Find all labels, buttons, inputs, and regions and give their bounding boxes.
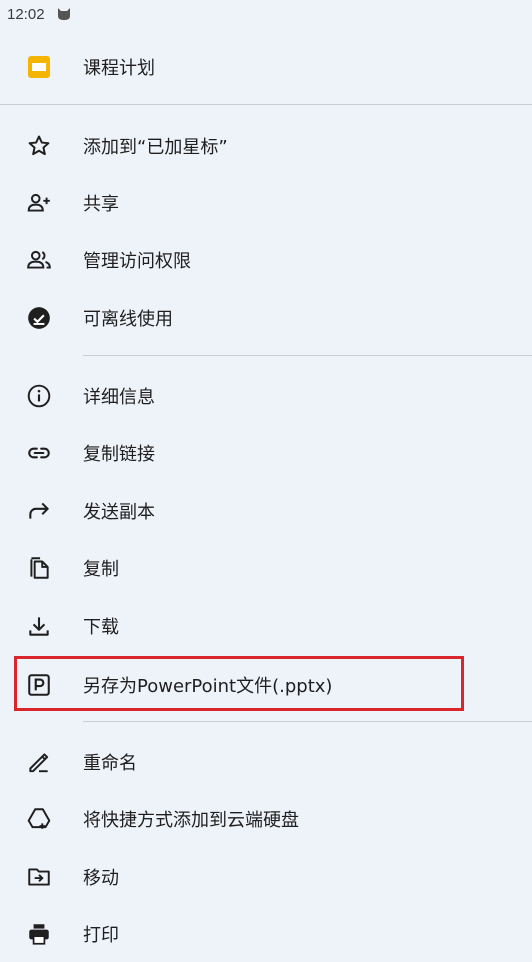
copy-icon	[26, 555, 52, 581]
highlight-annotation-box	[14, 656, 464, 711]
divider	[83, 721, 532, 722]
info-icon	[26, 383, 52, 409]
file-header: 课程计划	[0, 38, 532, 95]
menu-item-label: 下载	[83, 616, 119, 638]
file-title: 课程计划	[83, 57, 155, 79]
status-bar: 12:02	[0, 0, 532, 30]
people-icon	[26, 247, 52, 273]
menu-item-label: 复制	[83, 558, 119, 580]
drive-shortcut-icon	[26, 806, 52, 832]
menu-item-send-copy[interactable]: 发送副本	[0, 482, 532, 539]
forward-arrow-icon	[26, 498, 52, 524]
menu-item-label: 将快捷方式添加到云端硬盘	[83, 809, 299, 831]
menu-item-details[interactable]: 详细信息	[0, 367, 532, 424]
menu-item-label: 重命名	[83, 752, 137, 774]
menu-item-offline[interactable]: 可离线使用	[0, 289, 532, 346]
menu-item-label: 详细信息	[83, 386, 155, 408]
folder-move-icon	[26, 864, 52, 890]
menu-item-label: 发送副本	[83, 501, 155, 523]
menu-item-print[interactable]: 打印	[0, 905, 532, 962]
menu-item-move[interactable]: 移动	[0, 848, 532, 905]
slides-file-icon	[26, 54, 52, 80]
android-cat-icon	[57, 6, 71, 20]
menu-item-share[interactable]: 共享	[0, 174, 532, 231]
menu-item-label: 打印	[83, 924, 119, 946]
menu-item-label: 可离线使用	[83, 308, 173, 330]
divider	[0, 104, 532, 105]
menu-item-add-star[interactable]: 添加到“已加星标”	[0, 117, 532, 174]
menu-item-add-shortcut[interactable]: 将快捷方式添加到云端硬盘	[0, 790, 532, 847]
offline-check-icon	[26, 305, 52, 331]
menu-item-label: 添加到“已加星标”	[83, 136, 228, 158]
star-outline-icon	[26, 133, 52, 159]
menu-item-rename[interactable]: 重命名	[0, 733, 532, 790]
menu-item-copy-link[interactable]: 复制链接	[0, 424, 532, 481]
menu-item-label: 移动	[83, 867, 119, 889]
menu-item-label: 共享	[83, 193, 119, 215]
status-time: 12:02	[7, 6, 45, 23]
menu-item-label: 复制链接	[83, 443, 155, 465]
menu-item-label: 管理访问权限	[83, 250, 191, 272]
download-icon	[26, 613, 52, 639]
divider	[83, 355, 532, 356]
print-icon	[26, 921, 52, 947]
person-add-icon	[26, 190, 52, 216]
link-icon	[26, 440, 52, 466]
menu-item-duplicate[interactable]: 复制	[0, 539, 532, 596]
pencil-icon	[26, 749, 52, 775]
menu-item-manage-access[interactable]: 管理访问权限	[0, 231, 532, 288]
menu-item-download[interactable]: 下载	[0, 597, 532, 654]
